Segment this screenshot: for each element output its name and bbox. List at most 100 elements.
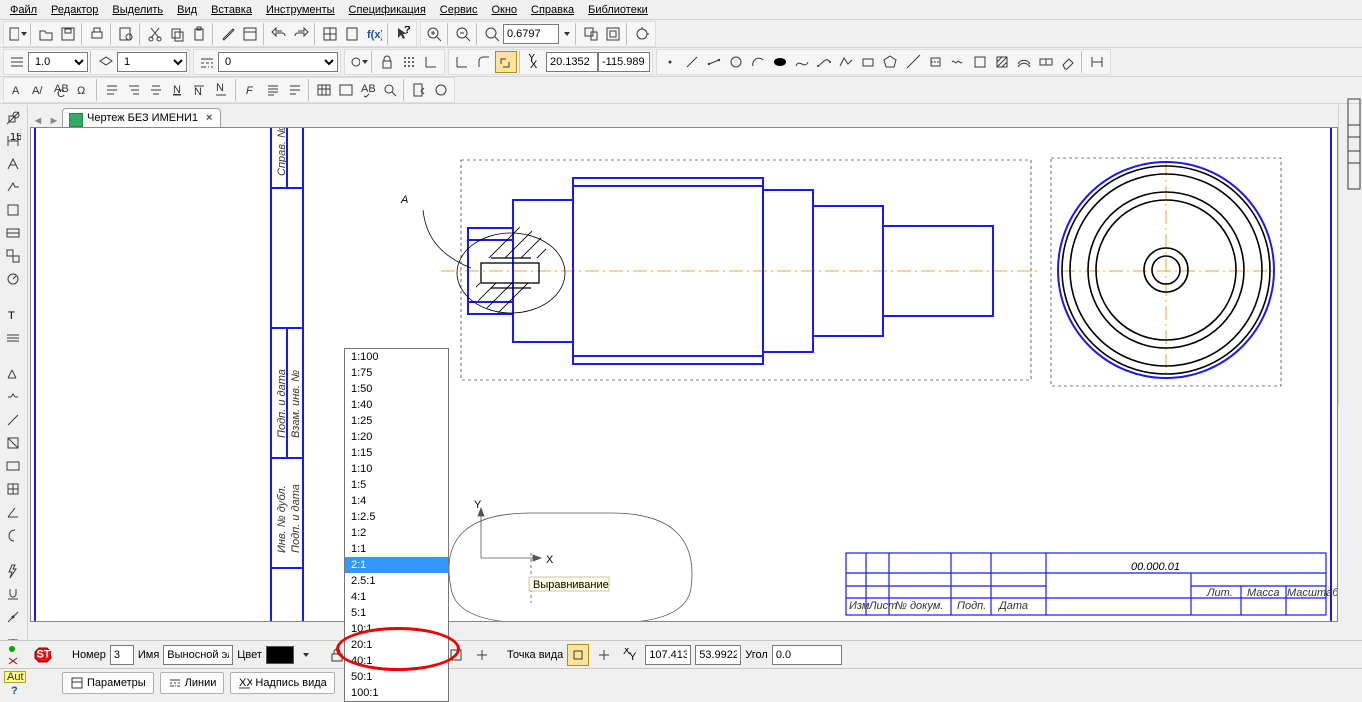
- zoom-in-button[interactable]: [423, 23, 445, 45]
- tool-arc-icon[interactable]: [747, 51, 769, 73]
- tab-lines[interactable]: Линии: [160, 672, 225, 694]
- tab-nadpis[interactable]: XX Надпись вида: [230, 672, 334, 694]
- scale-option[interactable]: 2.5:1: [345, 573, 448, 589]
- lineweight-select[interactable]: 1.0: [28, 52, 88, 72]
- scale-option[interactable]: 1:100: [345, 349, 448, 365]
- ortho-button[interactable]: [451, 51, 473, 73]
- scale-option[interactable]: 1:10: [345, 461, 448, 477]
- tool-polygon-icon[interactable]: [879, 51, 901, 73]
- scale-option[interactable]: 1:1: [345, 541, 448, 557]
- lock-button[interactable]: [376, 51, 398, 73]
- underline-icon[interactable]: N: [167, 79, 189, 101]
- tool-hatch1-icon[interactable]: [969, 51, 991, 73]
- copy-button[interactable]: [166, 23, 188, 45]
- menu-select[interactable]: Выделить: [106, 2, 169, 17]
- scale-option-selected[interactable]: 2:1: [345, 557, 448, 573]
- ugol-input[interactable]: [772, 645, 842, 665]
- scale-option[interactable]: 1:15: [345, 445, 448, 461]
- text-tool2-icon[interactable]: A/: [28, 79, 50, 101]
- spell-button[interactable]: ABC: [357, 79, 379, 101]
- open-button[interactable]: [35, 23, 57, 45]
- zoom-out-button[interactable]: [452, 23, 474, 45]
- redraw-button[interactable]: [631, 23, 653, 45]
- spec-button[interactable]: [341, 23, 363, 45]
- preview-button[interactable]: [115, 23, 137, 45]
- linestyle-icon[interactable]: [196, 51, 218, 73]
- color-swatch[interactable]: [266, 646, 294, 664]
- tab-prev-button[interactable]: ◄: [30, 115, 46, 127]
- menu-tools[interactable]: Инструменты: [260, 2, 341, 17]
- scale-option[interactable]: 5:1: [345, 605, 448, 621]
- scale-option[interactable]: 10:1: [345, 621, 448, 637]
- panel-tab-3[interactable]: [1343, 159, 1362, 181]
- zoom-dropdown[interactable]: [559, 23, 573, 45]
- scale-option[interactable]: 1:2: [345, 525, 448, 541]
- lt-edit-icon[interactable]: [2, 222, 24, 244]
- coord-x-input[interactable]: [546, 52, 598, 72]
- tool-equid-icon[interactable]: [1013, 51, 1035, 73]
- menu-view[interactable]: Вид: [171, 2, 203, 17]
- point-mode2-icon[interactable]: [593, 644, 615, 666]
- lt-rect-icon[interactable]: [2, 455, 24, 477]
- tool-assemble-icon[interactable]: [1035, 51, 1057, 73]
- sub-icon[interactable]: N: [211, 79, 233, 101]
- zoom-pan-button[interactable]: [602, 23, 624, 45]
- brush-button[interactable]: [217, 23, 239, 45]
- menu-libraries[interactable]: Библиотеки: [582, 2, 654, 17]
- scale-option[interactable]: 1:75: [345, 365, 448, 381]
- text-tool3-icon[interactable]: ABC: [50, 79, 72, 101]
- lt-perp-icon[interactable]: [2, 606, 24, 628]
- lt-sel-icon[interactable]: T: [2, 304, 24, 326]
- lt-clamp-icon[interactable]: [2, 583, 24, 605]
- scale-option[interactable]: 20:1: [345, 637, 448, 653]
- menu-spec[interactable]: Спецификация: [343, 2, 432, 17]
- params-button[interactable]: [495, 51, 517, 73]
- style-button[interactable]: [284, 79, 306, 101]
- menu-help[interactable]: Справка: [525, 2, 580, 17]
- zoom-value-input[interactable]: [503, 24, 559, 44]
- zoom-region-button[interactable]: [580, 23, 602, 45]
- nomer-input[interactable]: [110, 645, 134, 665]
- help-pointer-button[interactable]: ?: [392, 23, 414, 45]
- scale-option[interactable]: 1:50: [345, 381, 448, 397]
- lt-arc2-icon[interactable]: [2, 432, 24, 454]
- redo-button[interactable]: [290, 23, 312, 45]
- close-panel-button[interactable]: [4, 655, 24, 666]
- paste-button[interactable]: [188, 23, 210, 45]
- color-dropdown[interactable]: [298, 644, 312, 666]
- lt-bolt-icon[interactable]: [2, 560, 24, 582]
- auto-button[interactable]: Auto: [4, 671, 26, 683]
- link-button[interactable]: [430, 79, 452, 101]
- lineweight-icon[interactable]: [6, 51, 28, 73]
- scale-option[interactable]: 100:1: [345, 685, 448, 701]
- stop-button[interactable]: STOP: [32, 644, 54, 666]
- lt-text-icon[interactable]: [2, 153, 24, 175]
- vars-button[interactable]: f(x): [363, 23, 385, 45]
- grid-button[interactable]: [319, 23, 341, 45]
- cut-button[interactable]: [144, 23, 166, 45]
- undo-button[interactable]: [268, 23, 290, 45]
- tool-erase-icon[interactable]: [1057, 51, 1079, 73]
- round-button[interactable]: [473, 51, 495, 73]
- lt-lines-icon[interactable]: [2, 327, 24, 349]
- tool-hatch2-icon[interactable]: [991, 51, 1013, 73]
- layer-icon[interactable]: [95, 51, 117, 73]
- layer-select[interactable]: 1: [117, 52, 187, 72]
- lt-break-icon[interactable]: [2, 386, 24, 408]
- tab-next-button[interactable]: ►: [46, 115, 62, 127]
- save-button[interactable]: [57, 23, 79, 45]
- linestyle-select[interactable]: 0: [218, 52, 338, 72]
- tool-xline-icon[interactable]: [903, 51, 925, 73]
- new-button[interactable]: [6, 23, 28, 45]
- tab-close-button[interactable]: ×: [206, 112, 212, 124]
- para3-icon[interactable]: [145, 79, 167, 101]
- para2-icon[interactable]: [123, 79, 145, 101]
- scale-option[interactable]: 40:1: [345, 653, 448, 669]
- pin-button[interactable]: [4, 643, 24, 654]
- coord-y-input[interactable]: [598, 52, 650, 72]
- table2-button[interactable]: [335, 79, 357, 101]
- scale-option[interactable]: 50:1: [345, 669, 448, 685]
- coord-mode-button[interactable]: YX: [524, 51, 546, 73]
- tool-spline-icon[interactable]: [791, 51, 813, 73]
- scale-option[interactable]: 1:40: [345, 397, 448, 413]
